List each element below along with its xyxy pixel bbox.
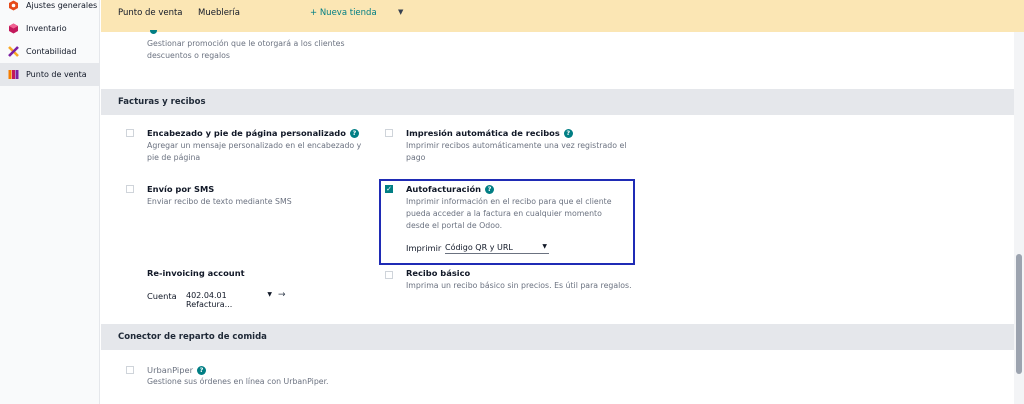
sidebar-item-label: Contabilidad — [26, 47, 77, 56]
section-header-food-delivery: Conector de reparto de comida — [101, 324, 1014, 350]
sidebar-item-label: Ajustes generales — [26, 1, 98, 10]
sidebar-item-punto-de-venta[interactable]: Punto de venta — [0, 63, 99, 86]
sms-description: Enviar recibo de texto mediante SMS — [147, 197, 292, 206]
help-icon[interactable]: ? — [349, 129, 359, 138]
self-invoice-description: Imprimir información en el recibo para q… — [406, 197, 612, 230]
chevron-down-icon: ▼ — [542, 243, 547, 250]
auto-print-description: Imprimir recibos automáticamente una vez… — [406, 141, 627, 162]
urbanpiper-label: UrbanPiper? — [147, 365, 207, 375]
pos-selector-bar: Punto de venta Mueblería ▼ + Nueva tiend… — [101, 0, 1024, 32]
header-footer-label: Encabezado y pie de página personalizado… — [147, 128, 359, 138]
new-store-link[interactable]: + Nueva tienda — [310, 8, 377, 18]
sidebar-item-ajustes-generales[interactable]: Ajustes generales — [0, 0, 99, 17]
basic-receipt-label: Recibo básico — [406, 268, 471, 278]
auto-print-label: Impresión automática de recibos? — [406, 128, 573, 138]
scrollbar[interactable] — [1014, 32, 1024, 404]
pos-bar-title: Punto de venta — [118, 8, 183, 18]
help-icon[interactable]: ? — [197, 366, 207, 375]
account-select[interactable]: 402.04.01 Refactura... ▼ — [186, 289, 274, 309]
sidebar-item-label: Inventario — [26, 24, 67, 33]
chevron-down-icon: ▼ — [267, 291, 272, 298]
accounting-x-icon — [8, 46, 19, 57]
sms-label: Envío por SMS — [147, 184, 215, 194]
settings-hex-icon — [8, 0, 19, 11]
store-select-value: Mueblería — [198, 8, 241, 18]
basic-receipt-description: Imprima un recibo básico sin precios. Es… — [406, 281, 632, 290]
help-icon[interactable] — [150, 30, 157, 34]
sidebar-item-contabilidad[interactable]: Contabilidad — [0, 40, 99, 63]
setting-label-text: Impresión automática de recibos — [406, 128, 560, 138]
sidebar: Ajustes generales Inventario Contabilida… — [0, 0, 100, 404]
urbanpiper-checkbox[interactable] — [126, 366, 134, 374]
chevron-down-icon: ▼ — [398, 8, 404, 16]
self-invoice-label: Autofacturación? — [406, 184, 495, 194]
account-field-label: Cuenta — [147, 291, 177, 301]
reinvoicing-label: Re-invoicing account — [147, 268, 245, 278]
help-icon[interactable]: ? — [563, 129, 573, 138]
store-select[interactable]: Mueblería ▼ — [198, 5, 410, 20]
setting-label-text: Autofacturación — [406, 184, 482, 194]
print-field-label: Imprimir — [406, 243, 442, 253]
section-title: Conector de reparto de comida — [118, 332, 267, 342]
self-invoice-checkbox[interactable]: ✓ — [385, 185, 393, 193]
account-value: 402.04.01 Refactura... — [186, 291, 233, 309]
sms-checkbox[interactable] — [126, 185, 134, 193]
setting-label-text: UrbanPiper — [147, 365, 194, 375]
urbanpiper-description: Gestione sus órdenes en línea con UrbanP… — [147, 377, 329, 386]
header-footer-description: Agregar un mensaje personalizado en el e… — [147, 141, 362, 162]
print-mode-select[interactable]: Código QR y URL ▼ — [445, 241, 549, 254]
auto-print-checkbox[interactable] — [385, 129, 393, 137]
section-title: Facturas y recibos — [118, 97, 206, 107]
header-footer-checkbox[interactable] — [126, 129, 134, 137]
pos-store-icon — [8, 69, 19, 80]
sidebar-item-label: Punto de venta — [26, 70, 87, 79]
arrow-right-icon[interactable]: → — [278, 290, 286, 300]
inventory-box-icon — [8, 23, 19, 34]
basic-receipt-checkbox[interactable] — [385, 271, 393, 279]
help-icon[interactable]: ? — [485, 185, 495, 194]
section-header-invoices: Facturas y recibos — [101, 89, 1014, 115]
print-mode-value: Código QR y URL — [445, 243, 513, 252]
scrollbar-thumb[interactable] — [1016, 254, 1022, 374]
setting-label-text: Encabezado y pie de página personalizado — [147, 128, 346, 138]
promo-description: Gestionar promoción que le otorgará a lo… — [147, 39, 345, 60]
sidebar-item-inventario[interactable]: Inventario — [0, 17, 99, 40]
